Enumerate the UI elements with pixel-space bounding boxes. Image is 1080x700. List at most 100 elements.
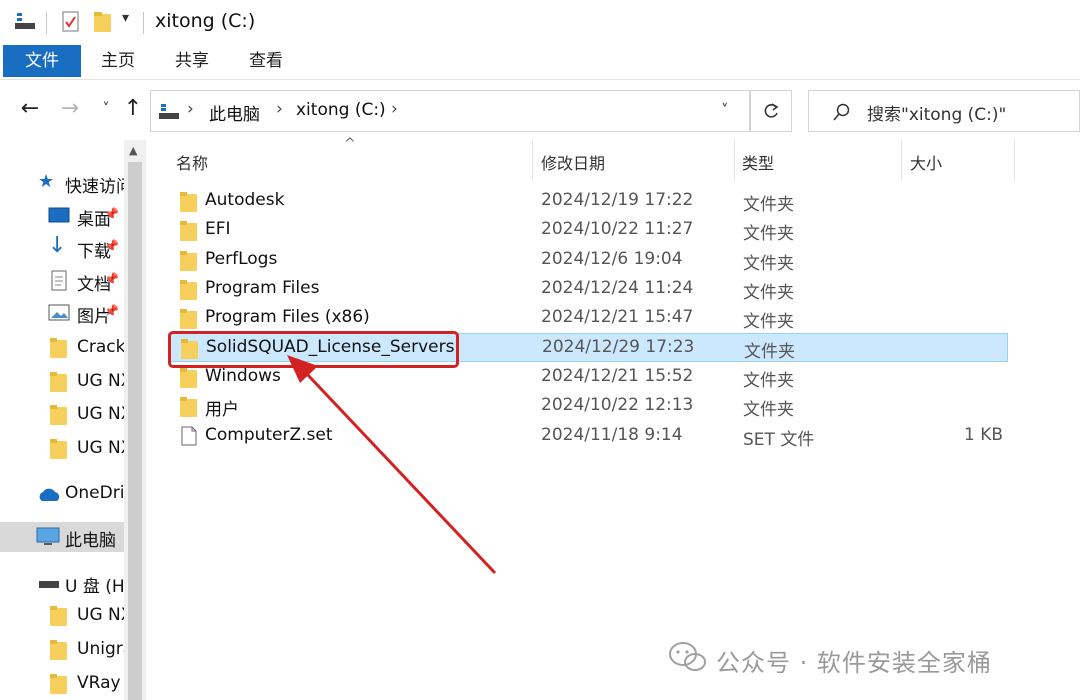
- address-history-chevron-icon[interactable]: ˅: [721, 101, 729, 119]
- column-header-name[interactable]: 名称: [176, 150, 208, 174]
- column-header-type[interactable]: 类型: [742, 150, 774, 174]
- folder-icon: [50, 606, 67, 626]
- nav-item-folder[interactable]: UG NX: [0, 601, 132, 631]
- folder-icon: [50, 338, 67, 358]
- properties-icon[interactable]: [60, 10, 82, 34]
- nav-item-folder[interactable]: UG NX: [0, 434, 132, 464]
- file-type: 文件夹: [744, 342, 795, 362]
- file-name: Autodesk: [205, 190, 285, 210]
- file-type: 文件夹: [743, 312, 794, 332]
- tab-share[interactable]: 共享: [170, 44, 214, 78]
- table-row[interactable]: EFI 2024/10/22 11:27 文件夹: [168, 216, 1008, 245]
- nav-item-folder[interactable]: UG NX: [0, 400, 132, 430]
- divider: [46, 12, 47, 34]
- drive-icon[interactable]: [14, 10, 38, 32]
- nav-item-label: VRay: [77, 673, 121, 693]
- breadcrumb-chevron-icon[interactable]: ›: [391, 99, 398, 119]
- cloud-icon: [39, 488, 60, 501]
- file-type: 文件夹: [743, 371, 794, 391]
- file-list: ^ 名称 修改日期 类型 大小 Autodesk 2024/12/19 17:2…: [146, 136, 1080, 700]
- file-date: 2024/12/29 17:23: [542, 337, 695, 357]
- address-bar[interactable]: › 此电脑 › xitong (C:) › ˅: [150, 90, 750, 132]
- table-row[interactable]: Program Files 2024/12/24 11:24 文件夹: [168, 275, 1008, 304]
- tab-view[interactable]: 查看: [244, 44, 288, 78]
- nav-item-usb-drive[interactable]: U 盘 (H:): [0, 568, 137, 598]
- ribbon-tabs: 文件 主页 共享 查看: [0, 44, 1080, 80]
- pin-icon[interactable]: 📌: [104, 239, 119, 253]
- search-box[interactable]: 搜索"xitong (C:)": [808, 90, 1080, 132]
- file-date: 2024/12/6 19:04: [541, 249, 683, 269]
- breadcrumb-chevron-icon[interactable]: ›: [187, 99, 194, 119]
- table-row[interactable]: ComputerZ.set 2024/11/18 9:14 SET 文件 1 K…: [168, 422, 1008, 451]
- file-type: 文件夹: [743, 400, 794, 420]
- folder-icon: [180, 280, 197, 300]
- column-divider[interactable]: [734, 140, 735, 180]
- file-name: Program Files: [205, 278, 320, 298]
- folder-icon: [50, 674, 67, 694]
- scrollbar-thumb[interactable]: [128, 162, 142, 700]
- pin-icon[interactable]: 📌: [104, 207, 119, 221]
- file-date: 2024/12/21 15:52: [541, 366, 694, 386]
- table-row[interactable]: 用户 2024/10/22 12:13 文件夹: [168, 392, 1008, 421]
- annotation-highlight-box: [168, 331, 459, 368]
- nav-item-downloads[interactable]: ↓ 下载 📌: [0, 233, 124, 263]
- folder-icon: [180, 397, 197, 417]
- file-name: PerfLogs: [205, 249, 278, 269]
- nav-item-folder[interactable]: Unigraphics: [0, 635, 146, 665]
- forward-arrow-icon[interactable]: →: [57, 96, 83, 122]
- column-divider[interactable]: [901, 140, 902, 180]
- nav-item-desktop[interactable]: 桌面 📌: [0, 201, 124, 231]
- back-arrow-icon[interactable]: ←: [17, 96, 43, 122]
- table-row[interactable]: Autodesk 2024/12/19 17:22 文件夹: [168, 187, 1008, 216]
- breadcrumb-this-pc[interactable]: 此电脑: [209, 100, 260, 125]
- scroll-up-icon[interactable]: ▲: [129, 144, 137, 157]
- folder-icon: [180, 309, 197, 329]
- refresh-icon: [764, 103, 779, 118]
- tab-home[interactable]: 主页: [96, 44, 140, 78]
- nav-item-pictures[interactable]: 图片 📌: [0, 298, 124, 328]
- file-date: 2024/10/22 11:27: [541, 219, 694, 239]
- column-divider[interactable]: [532, 140, 533, 180]
- nav-item-this-pc[interactable]: 此电脑: [0, 522, 124, 552]
- file-type: 文件夹: [743, 254, 794, 274]
- customize-toolbar-chevron-icon[interactable]: ▾: [122, 10, 129, 26]
- search-icon: [833, 103, 850, 121]
- nav-item-onedrive[interactable]: OneDrive: [0, 479, 145, 509]
- nav-item-label: 快速访问: [65, 177, 133, 197]
- folder-icon: [180, 192, 197, 212]
- new-folder-icon[interactable]: [92, 10, 114, 34]
- nav-item-folder[interactable]: UG NX: [0, 367, 132, 397]
- file-date: 2024/10/22 12:13: [541, 395, 694, 415]
- column-header-date[interactable]: 修改日期: [541, 150, 605, 174]
- column-header-size[interactable]: 大小: [910, 150, 942, 174]
- up-arrow-icon[interactable]: ↑: [120, 96, 146, 122]
- file-icon: [181, 426, 197, 446]
- nav-item-documents[interactable]: 文档 📌: [0, 266, 124, 296]
- table-row[interactable]: Program Files (x86) 2024/12/21 15:47 文件夹: [168, 304, 1008, 333]
- file-type: SET 文件: [743, 430, 815, 450]
- pin-icon[interactable]: 📌: [104, 272, 119, 286]
- refresh-button[interactable]: [750, 90, 792, 132]
- breadcrumb-drive[interactable]: xitong (C:): [296, 100, 386, 120]
- sort-ascending-icon: ^: [344, 136, 356, 152]
- column-divider[interactable]: [1014, 140, 1015, 180]
- recent-locations-chevron-icon[interactable]: ˅: [93, 96, 119, 122]
- folder-icon: [180, 251, 197, 271]
- watermark-text: 公众号 · 软件安装全家桶: [716, 649, 992, 677]
- file-type: 文件夹: [743, 224, 794, 244]
- file-date: 2024/11/18 9:14: [541, 425, 683, 445]
- nav-item-label: 此电脑: [65, 531, 116, 551]
- nav-item-folder[interactable]: VRay: [0, 669, 124, 699]
- tab-file[interactable]: 文件: [3, 45, 81, 77]
- pin-icon[interactable]: 📌: [104, 304, 119, 318]
- file-date: 2024/12/24 11:24: [541, 278, 694, 298]
- table-row[interactable]: PerfLogs 2024/12/6 19:04 文件夹: [168, 246, 1008, 275]
- navigation-scrollbar[interactable]: ▲: [124, 140, 146, 700]
- desktop-icon: [48, 207, 70, 223]
- wechat-icon: [669, 642, 706, 671]
- breadcrumb-chevron-icon[interactable]: ›: [276, 99, 283, 119]
- drive-icon: [159, 104, 179, 119]
- folder-icon: [50, 640, 67, 660]
- nav-item-folder[interactable]: Crack: [0, 333, 125, 363]
- nav-item-quick-access[interactable]: ★ 快速访问: [0, 168, 133, 198]
